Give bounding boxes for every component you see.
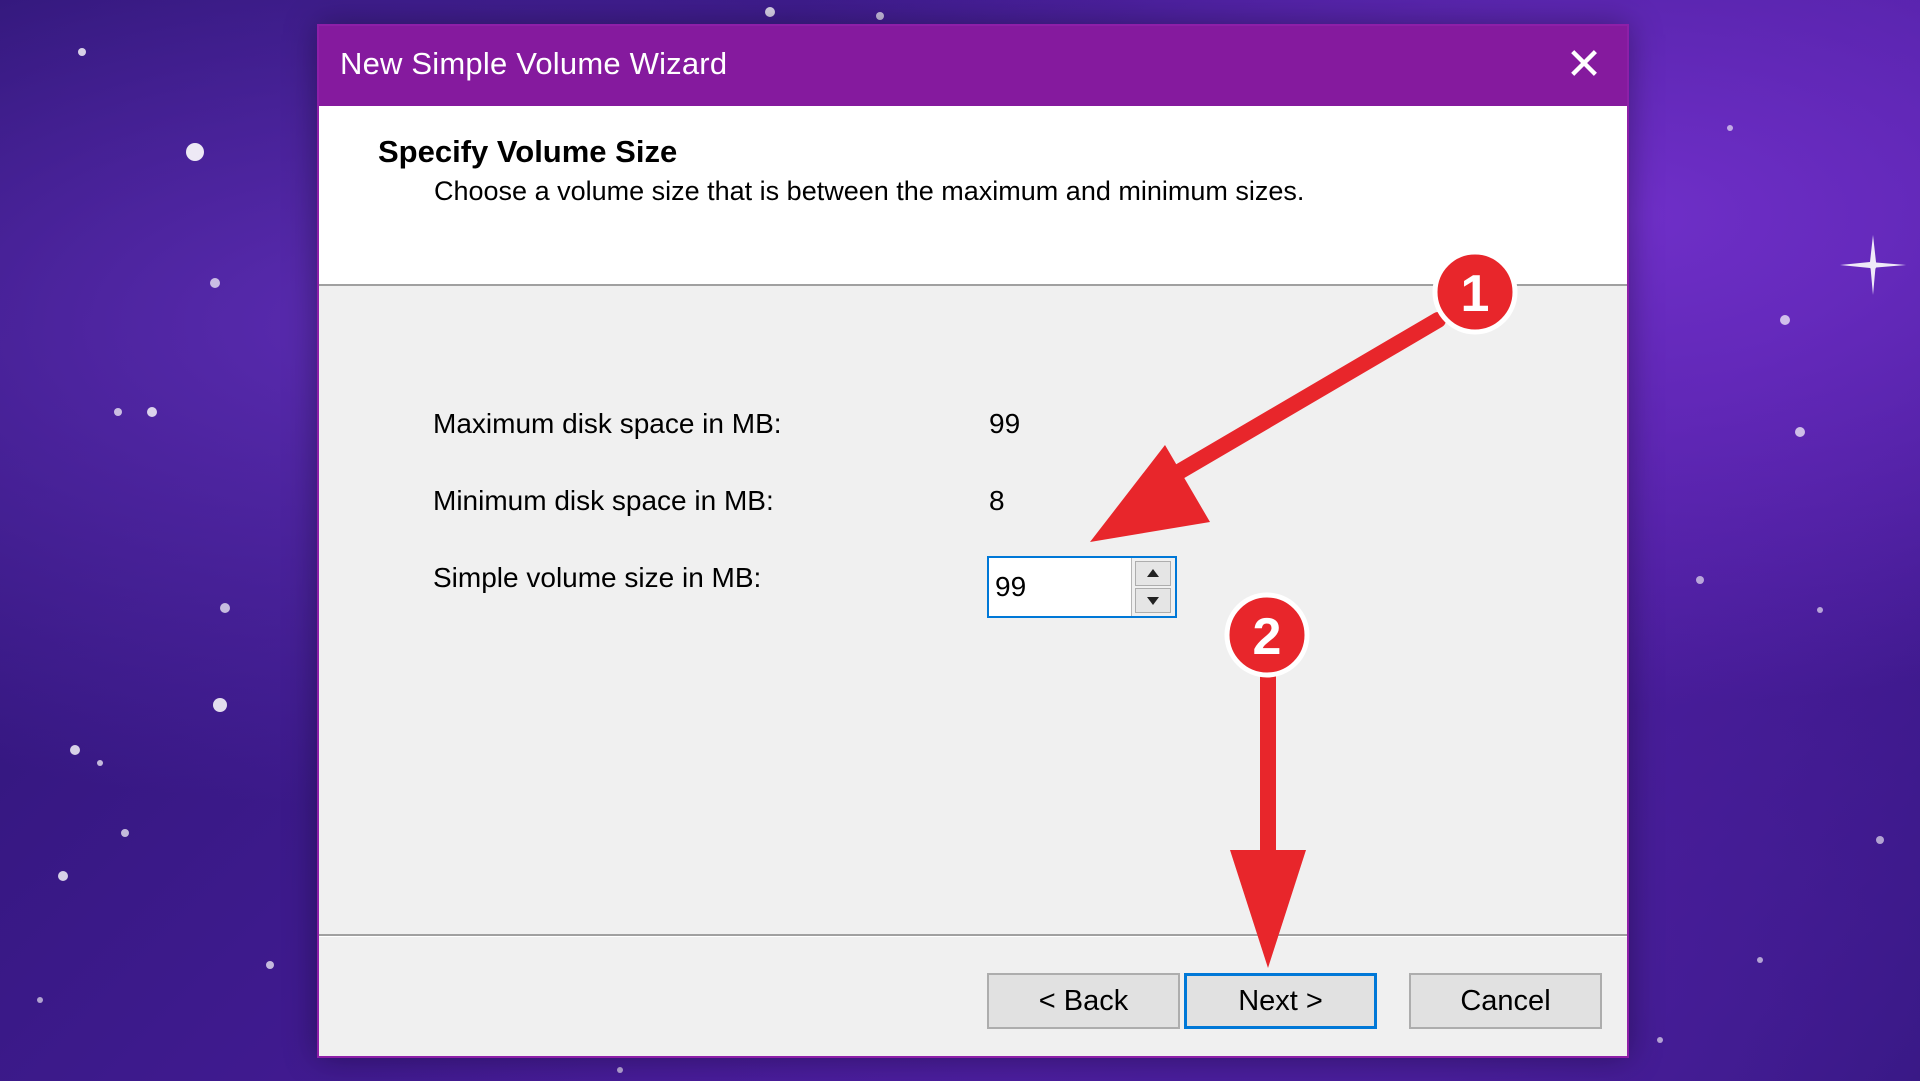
spin-down-button[interactable]: [1135, 588, 1171, 613]
window-title: New Simple Volume Wizard: [340, 46, 728, 81]
title-bar[interactable]: New Simple Volume Wizard ✕: [319, 26, 1627, 106]
close-button[interactable]: ✕: [1559, 40, 1609, 90]
volume-size-label: Simple volume size in MB:: [433, 562, 762, 593]
page-subtitle: Choose a volume size that is between the…: [434, 176, 1305, 206]
spin-up-button[interactable]: [1135, 561, 1171, 586]
min-disk-space-value: 8: [989, 485, 1005, 516]
footer-divider: [319, 934, 1627, 937]
min-disk-space-label: Minimum disk space in MB:: [433, 485, 774, 516]
next-button[interactable]: Next >: [1184, 973, 1377, 1029]
arrow-down-icon: [1147, 597, 1159, 605]
volume-size-input[interactable]: [989, 558, 1127, 616]
wizard-header: Specify Volume Size Choose a volume size…: [319, 106, 1627, 286]
back-button[interactable]: < Back: [987, 973, 1180, 1029]
volume-size-stepper: [987, 556, 1177, 618]
max-disk-space-label: Maximum disk space in MB:: [433, 408, 782, 439]
new-simple-volume-wizard-dialog: New Simple Volume Wizard ✕ Specify Volum…: [317, 24, 1629, 1058]
close-icon: ✕: [1565, 40, 1603, 89]
cancel-button[interactable]: Cancel: [1409, 973, 1602, 1029]
max-disk-space-value: 99: [989, 408, 1021, 439]
arrow-up-icon: [1147, 569, 1159, 577]
volume-size-spinner: [1131, 558, 1175, 616]
page-title: Specify Volume Size: [378, 134, 678, 169]
